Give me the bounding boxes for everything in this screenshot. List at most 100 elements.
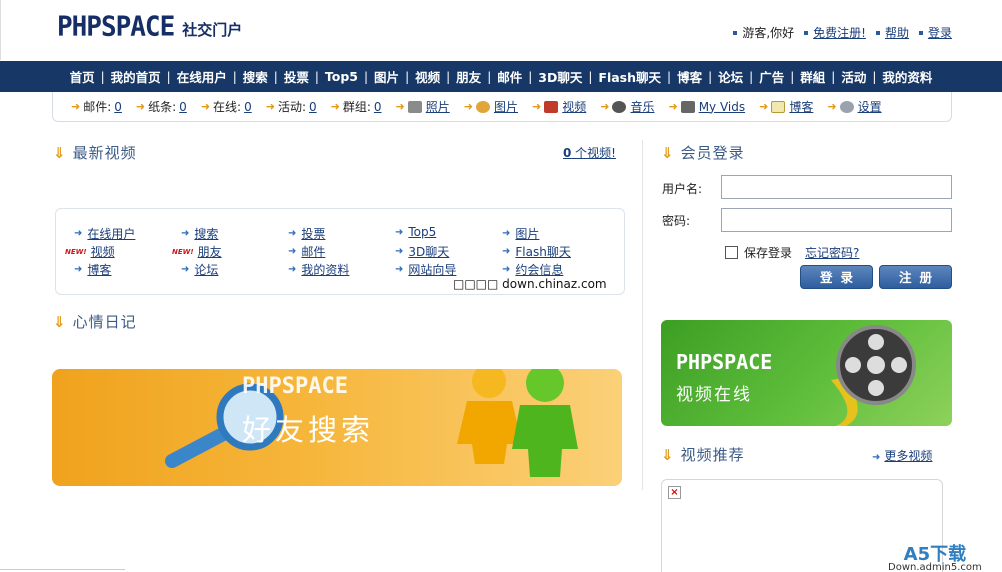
nav-item[interactable]: 我的首页 xyxy=(105,67,167,86)
quick-link-item[interactable]: ➜ 网站向导 xyxy=(395,261,456,278)
picture-link[interactable]: 图片 xyxy=(494,98,518,115)
video-link[interactable]: 视频 xyxy=(562,98,586,115)
status-activity: ➜ 活动: 0 xyxy=(266,98,317,115)
nav-item[interactable]: Flash聊天 xyxy=(592,67,667,86)
quick-link-item[interactable]: NEW! 视频 xyxy=(65,243,115,260)
music-link[interactable]: 音乐 xyxy=(630,98,654,115)
more-videos-link[interactable]: 更多视频 xyxy=(884,449,932,463)
people-icon xyxy=(457,369,578,477)
remember-login[interactable]: 保存登录 xyxy=(725,244,792,261)
quick-link[interactable]: 3D聊天 xyxy=(408,243,449,260)
remember-label: 保存登录 xyxy=(744,246,793,260)
quick-link[interactable]: Top5 xyxy=(408,225,436,239)
status-music: ➜ 音乐 xyxy=(600,98,654,115)
myvids-link[interactable]: My Vids xyxy=(699,100,745,114)
quick-link-item[interactable]: ➜ 约会信息 xyxy=(502,261,563,278)
arrow-right-icon: ➜ xyxy=(827,100,837,113)
status-picture: ➜ 图片 xyxy=(464,98,518,115)
quick-link-item[interactable]: ➜ 3D聊天 xyxy=(395,243,449,260)
quick-link[interactable]: 视频 xyxy=(91,243,115,260)
login-link[interactable]: 登录 xyxy=(919,24,952,41)
gear-icon xyxy=(839,100,854,113)
more-videos-link-wrap[interactable]: ➜ 更多视频 xyxy=(872,447,932,464)
quick-link-item[interactable]: ➜ Top5 xyxy=(395,225,436,239)
arrow-down-icon: ⇓ xyxy=(53,143,67,162)
forgot-password-link[interactable]: 忘记密码? xyxy=(805,244,859,261)
video-online-banner[interactable]: PHPSPACE 视频在线 xyxy=(661,320,952,426)
nav-item[interactable]: 搜索 xyxy=(237,67,274,86)
friend-search-banner[interactable]: PHPSPACE 好友搜索 xyxy=(52,369,622,486)
quick-link[interactable]: 朋友 xyxy=(198,243,222,260)
photo-link[interactable]: 照片 xyxy=(426,98,450,115)
video-count-suffix: 个视频! xyxy=(571,146,616,160)
quick-link[interactable]: Flash聊天 xyxy=(515,243,570,260)
status-label: 纸条: xyxy=(148,100,177,114)
nav-item[interactable]: 在线用户 xyxy=(171,67,233,86)
quick-link-item[interactable]: ➜ 博客 xyxy=(74,261,111,278)
nav-item[interactable]: 投票 xyxy=(278,67,315,86)
watermark-text: □□□□ down.chinaz.com xyxy=(453,277,607,291)
login-button[interactable]: 登录 xyxy=(800,265,873,289)
group-count-link[interactable]: 0 xyxy=(374,100,382,114)
password-label: 密码: xyxy=(662,214,691,228)
quick-link[interactable]: 图片 xyxy=(515,225,539,242)
password-input[interactable] xyxy=(721,208,952,232)
quick-link-item[interactable]: ➜ 邮件 xyxy=(288,243,325,260)
nav-item[interactable]: Top5 xyxy=(319,69,364,84)
quick-link-item[interactable]: ➜ 我的资料 xyxy=(288,261,349,278)
quick-link[interactable]: 网站向导 xyxy=(408,261,456,278)
quick-link-item[interactable]: ➜ 论坛 xyxy=(181,261,218,278)
quick-link-item[interactable]: NEW! 朋友 xyxy=(172,243,222,260)
notes-count-link[interactable]: 0 xyxy=(179,100,187,114)
register-link[interactable]: 免费注册! xyxy=(804,24,866,41)
nav-item[interactable]: 群組 xyxy=(794,67,831,86)
username-label: 用户名: xyxy=(662,182,703,196)
blog-link[interactable]: 博客 xyxy=(789,98,813,115)
username-input[interactable] xyxy=(721,175,952,199)
nav-item[interactable]: 3D聊天 xyxy=(532,67,588,86)
broken-image-icon: × xyxy=(668,486,681,499)
quick-link-item[interactable]: ➜ 搜索 xyxy=(181,225,218,242)
site-logo[interactable]: PHPSPACE 社交门户 xyxy=(57,11,242,43)
quick-link-item[interactable]: ➜ 在线用户 xyxy=(74,225,135,242)
activity-count-link[interactable]: 0 xyxy=(309,100,317,114)
new-badge: NEW! xyxy=(172,247,194,256)
banner-search-subtitle: 好友搜索 xyxy=(242,413,375,447)
quick-link[interactable]: 投票 xyxy=(301,225,325,242)
nav-item[interactable]: 我的资料 xyxy=(876,67,938,86)
arrow-right-icon: ➜ xyxy=(288,228,297,239)
quick-link[interactable]: 在线用户 xyxy=(87,225,135,242)
quick-link[interactable]: 我的资料 xyxy=(301,261,349,278)
register-button[interactable]: 注册 xyxy=(879,265,952,289)
settings-link[interactable]: 设置 xyxy=(858,98,882,115)
arrow-down-icon: ⇓ xyxy=(53,312,67,331)
quick-link[interactable]: 博客 xyxy=(87,261,111,278)
nav-item[interactable]: 博客 xyxy=(671,67,708,86)
remember-checkbox[interactable] xyxy=(725,246,738,259)
nav-item[interactable]: 论坛 xyxy=(712,67,749,86)
arrow-right-icon: ➜ xyxy=(71,100,81,113)
quick-link[interactable]: 邮件 xyxy=(301,243,325,260)
quick-link[interactable]: 搜索 xyxy=(194,225,218,242)
mail-count-link[interactable]: 0 xyxy=(114,100,122,114)
quick-link-item[interactable]: ➜ 图片 xyxy=(502,225,539,242)
arrow-right-icon: ➜ xyxy=(502,264,511,275)
quick-link-item[interactable]: ➜ Flash聊天 xyxy=(502,243,571,260)
nav-item[interactable]: 广告 xyxy=(753,67,790,86)
video-count-link[interactable]: 0 个视频! xyxy=(563,144,616,161)
nav-item[interactable]: 活动 xyxy=(835,67,872,86)
nav-item[interactable]: 邮件 xyxy=(491,67,528,86)
nav-item[interactable]: 视频 xyxy=(409,67,446,86)
quick-link[interactable]: 论坛 xyxy=(194,261,218,278)
nav-item[interactable]: 朋友 xyxy=(450,67,487,86)
quick-link-item[interactable]: ➜ 投票 xyxy=(288,225,325,242)
arrow-right-icon: ➜ xyxy=(872,452,881,463)
arrow-right-icon: ➜ xyxy=(74,228,83,239)
film-icon xyxy=(680,100,695,113)
nav-item[interactable]: 首页 xyxy=(64,67,101,86)
quick-link[interactable]: 约会信息 xyxy=(515,261,563,278)
status-myvids: ➜ My Vids xyxy=(668,100,745,114)
online-count-link[interactable]: 0 xyxy=(244,100,252,114)
nav-item[interactable]: 图片 xyxy=(368,67,405,86)
help-link[interactable]: 帮助 xyxy=(876,24,909,41)
